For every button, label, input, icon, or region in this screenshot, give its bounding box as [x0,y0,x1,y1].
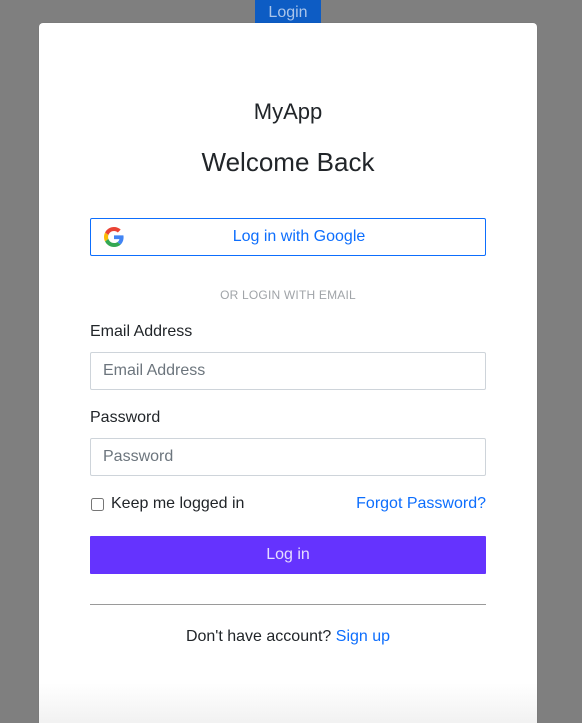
forgot-password-link[interactable]: Forgot Password? [356,495,486,513]
password-field[interactable] [90,438,486,476]
signup-link[interactable]: Sign up [336,628,390,645]
divider-line [90,604,486,605]
email-label: Email Address [90,323,193,340]
remember-label[interactable]: Keep me logged in [111,495,244,513]
google-login-button[interactable]: Log in with Google [90,218,486,256]
divider-text: OR LOGIN WITH EMAIL [220,288,356,302]
remember-me: Keep me logged in [90,494,244,514]
google-login-label: Log in with Google [232,228,366,245]
signup-row: Don't have account? Sign up [39,628,537,646]
app-name: MyApp [253,99,323,124]
email-field[interactable] [90,352,486,390]
login-modal: MyApp Welcome Back Log in with Google OR… [39,23,537,723]
signup-prompt: Don't have account? [185,628,336,645]
modal-bottom-fade [39,683,537,723]
login-button[interactable]: Log in [90,536,486,574]
header-login-button[interactable]: Login [255,0,321,23]
remember-checkbox[interactable] [91,497,104,511]
page-title: Welcome Back [201,147,375,177]
password-label: Password [90,409,161,426]
